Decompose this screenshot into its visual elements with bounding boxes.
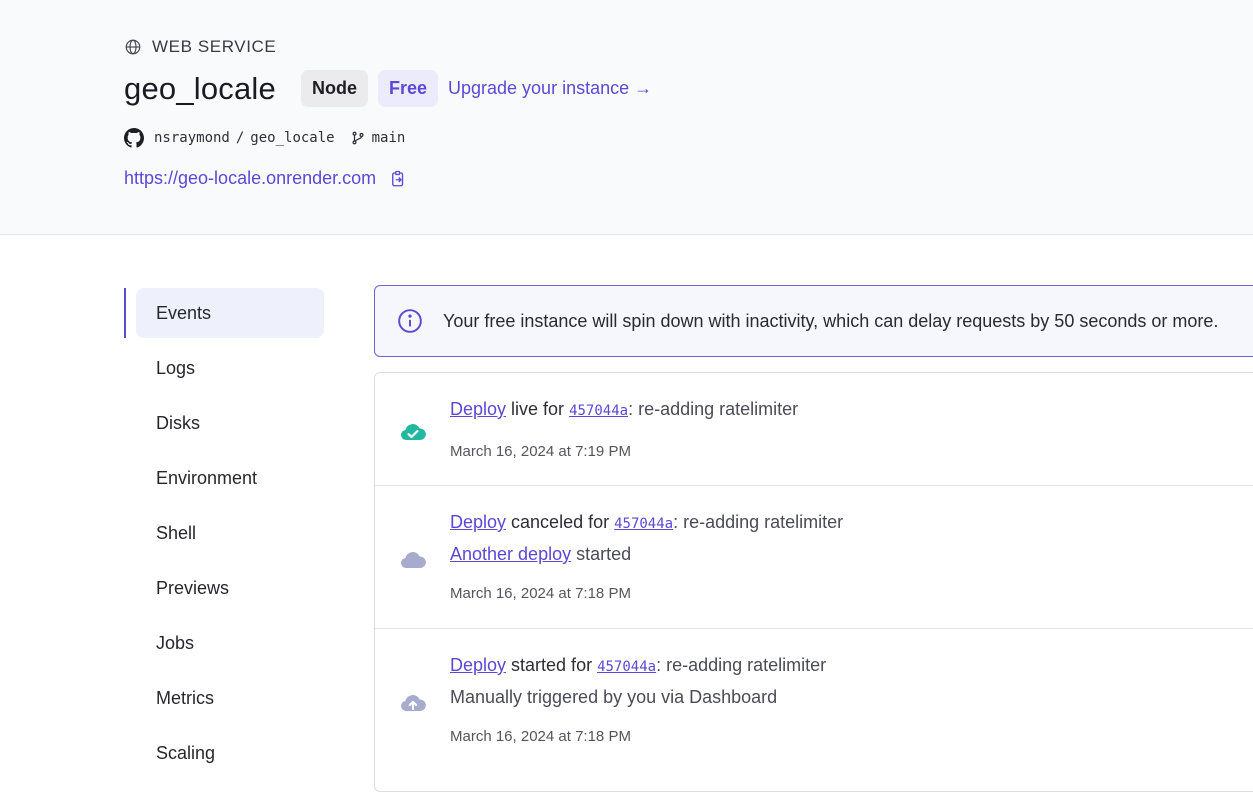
- service-header: WEB SERVICE geo_locale Node Free Upgrade…: [0, 0, 1253, 235]
- repo-separator: /: [235, 130, 245, 146]
- event-timestamp: March 16, 2024 at 7:18 PM: [450, 728, 631, 745]
- event-summary: Deploy canceled for 457044a: re-adding r…: [450, 512, 844, 532]
- another-deploy-link[interactable]: Another deploy: [450, 544, 571, 564]
- service-type-label: WEB SERVICE: [152, 37, 277, 56]
- sidebar-item-disks[interactable]: Disks: [136, 398, 324, 448]
- sidebar-item-events[interactable]: Events: [136, 288, 324, 338]
- event-summary: Deploy started for 457044a: re-adding ra…: [450, 655, 827, 675]
- commit-sha-link[interactable]: 457044a: [614, 516, 673, 532]
- upgrade-instance-link[interactable]: Upgrade your instance →: [448, 78, 652, 99]
- sidebar-item-scaling[interactable]: Scaling: [136, 728, 324, 778]
- sidebar-item-environment[interactable]: Environment: [136, 453, 324, 503]
- sidebar-item-shell[interactable]: Shell: [136, 508, 324, 558]
- cloud-upload-icon: [401, 695, 426, 711]
- service-title: geo_locale: [124, 70, 276, 106]
- cloud-icon: [401, 552, 426, 568]
- sidebar-item-previews[interactable]: Previews: [136, 563, 324, 613]
- copy-icon[interactable]: [389, 170, 407, 188]
- commit-sha-link[interactable]: 457044a: [569, 403, 628, 419]
- deploy-link[interactable]: Deploy: [450, 512, 506, 532]
- commit-sha-link[interactable]: 457044a: [597, 659, 656, 675]
- repo-name-link[interactable]: geo_locale: [250, 130, 334, 146]
- github-icon: [124, 128, 144, 148]
- event-timestamp: March 16, 2024 at 7:19 PM: [450, 443, 631, 460]
- sidebar-item-logs[interactable]: Logs: [136, 343, 324, 393]
- free-instance-banner: Your free instance will spin down with i…: [374, 285, 1253, 357]
- event-item: Deploy live for 457044a: re-adding ratel…: [375, 373, 1253, 486]
- event-detail: Manually triggered by you via Dashboard: [450, 687, 778, 707]
- repo-owner-link[interactable]: nsraymond: [154, 130, 230, 146]
- title-row: geo_locale Node Free Upgrade your instan…: [124, 70, 652, 107]
- plan-badge: Free: [377, 70, 438, 107]
- cloud-check-icon: [401, 424, 426, 440]
- event-summary: Deploy live for 457044a: re-adding ratel…: [450, 399, 799, 419]
- event-detail: Another deploy started: [450, 544, 632, 564]
- runtime-badge: Node: [300, 70, 368, 107]
- service-type: WEB SERVICE: [124, 37, 276, 57]
- sidebar-item-jobs[interactable]: Jobs: [136, 618, 324, 668]
- sidebar-item-metrics[interactable]: Metrics: [136, 673, 324, 723]
- info-icon: [398, 309, 422, 333]
- event-timestamp: March 16, 2024 at 7:18 PM: [450, 585, 631, 602]
- service-url-row: https://geo-locale.onrender.com: [124, 168, 407, 189]
- banner-text: Your free instance will spin down with i…: [443, 310, 1219, 331]
- deploy-link[interactable]: Deploy: [450, 655, 506, 675]
- git-branch-icon: [352, 131, 364, 145]
- active-indicator: [124, 288, 126, 338]
- event-item: Deploy canceled for 457044a: re-adding r…: [375, 486, 1253, 629]
- events-list: Deploy live for 457044a: re-adding ratel…: [374, 372, 1253, 792]
- branch-link[interactable]: main: [372, 130, 406, 146]
- deploy-link[interactable]: Deploy: [450, 399, 506, 419]
- repo-info: nsraymond / geo_locale main: [124, 128, 405, 148]
- service-url-link[interactable]: https://geo-locale.onrender.com: [124, 168, 376, 189]
- event-item: Deploy started for 457044a: re-adding ra…: [375, 629, 1253, 799]
- globe-icon: [125, 39, 141, 55]
